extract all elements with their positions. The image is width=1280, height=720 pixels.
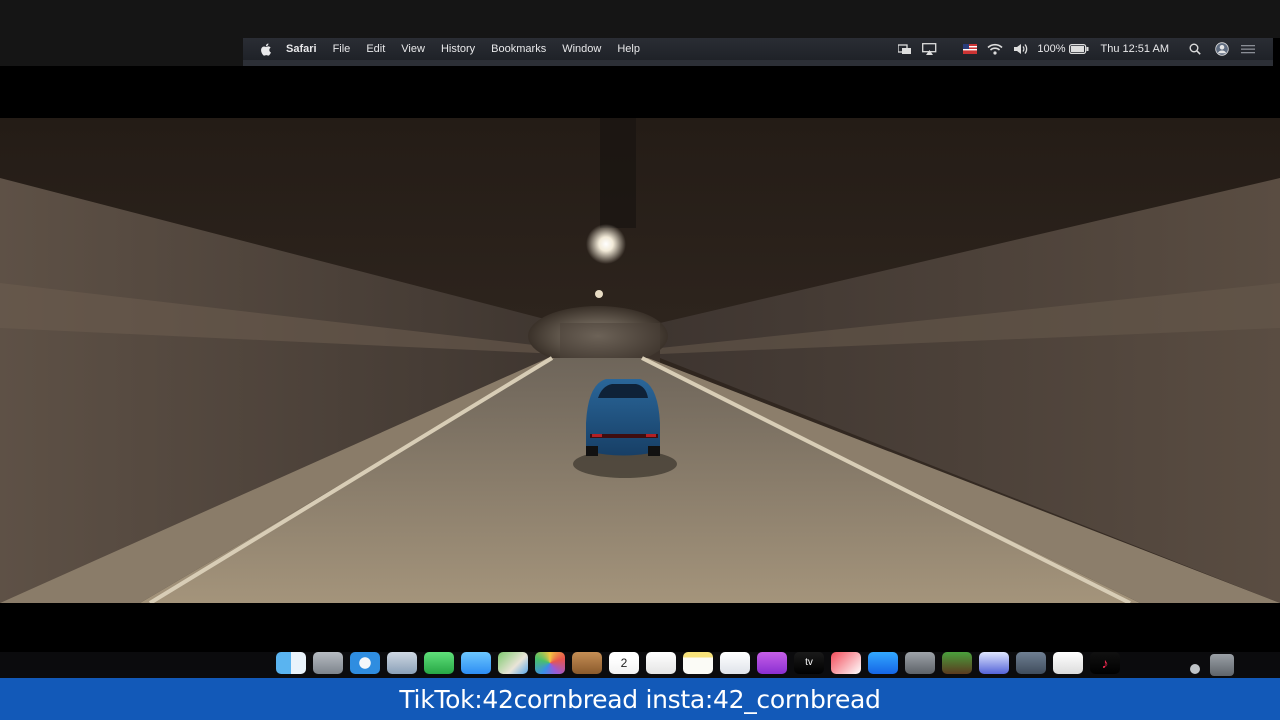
menu-help[interactable]: Help bbox=[617, 43, 640, 55]
display-icon[interactable] bbox=[898, 43, 912, 55]
spotlight-icon[interactable] bbox=[1189, 43, 1201, 55]
wifi-icon[interactable] bbox=[987, 43, 1003, 55]
menu-safari[interactable]: Safari bbox=[286, 43, 317, 55]
menu-window[interactable]: Window bbox=[562, 43, 601, 55]
dock-calendar-icon[interactable]: 2 bbox=[609, 652, 639, 674]
dock-screenshot-icon[interactable] bbox=[1016, 652, 1046, 674]
volume-icon[interactable] bbox=[1013, 43, 1029, 55]
dock-tv-icon[interactable]: tv bbox=[794, 652, 824, 674]
left-letterbox bbox=[0, 38, 243, 66]
top-letterbox bbox=[0, 0, 1280, 38]
caption-text: TikTok:42cornbread insta:42_cornbread bbox=[399, 684, 881, 714]
downloads-icon[interactable] bbox=[1190, 664, 1200, 674]
tunnel-scene-image bbox=[0, 118, 1280, 603]
dock-safari-icon[interactable] bbox=[350, 652, 380, 674]
dock-tiktok-icon[interactable]: ♪ bbox=[1090, 652, 1120, 674]
dock-news-icon[interactable] bbox=[831, 652, 861, 674]
apple-icon[interactable] bbox=[258, 41, 274, 57]
safari-toolbar bbox=[243, 60, 1273, 66]
dock-finder-icon[interactable] bbox=[276, 652, 306, 674]
dock-app-store-icon[interactable] bbox=[868, 652, 898, 674]
dock-contacts-icon[interactable] bbox=[572, 652, 602, 674]
dock-minecraft-icon[interactable] bbox=[942, 652, 972, 674]
dock-music-icon[interactable] bbox=[720, 652, 750, 674]
dock-podcasts-icon[interactable] bbox=[757, 652, 787, 674]
dock-launchpad-icon[interactable] bbox=[313, 652, 343, 674]
dock-messages-icon[interactable] bbox=[461, 652, 491, 674]
video-player[interactable] bbox=[0, 118, 1280, 603]
dock-photos-icon[interactable] bbox=[535, 652, 565, 674]
menu-view[interactable]: View bbox=[401, 43, 425, 55]
dock-notes-icon[interactable] bbox=[683, 652, 713, 674]
airplay-icon[interactable] bbox=[922, 43, 937, 55]
control-center-icon[interactable] bbox=[1241, 44, 1255, 54]
dock-facetime-icon[interactable] bbox=[424, 652, 454, 674]
mac-menubar: Safari File Edit View History Bookmarks … bbox=[243, 38, 1273, 60]
menu-bookmarks[interactable]: Bookmarks bbox=[491, 43, 546, 55]
battery-percent: 100% bbox=[1037, 43, 1066, 55]
dock-mail-photo-icon[interactable] bbox=[387, 652, 417, 674]
flag-icon[interactable] bbox=[963, 44, 978, 54]
car-sprite bbox=[586, 379, 660, 456]
dock-maps-icon[interactable] bbox=[498, 652, 528, 674]
dock-reminders-icon[interactable] bbox=[646, 652, 676, 674]
menu-history[interactable]: History bbox=[441, 43, 475, 55]
menu-edit[interactable]: Edit bbox=[366, 43, 385, 55]
caption-banner: TikTok:42cornbread insta:42_cornbread bbox=[0, 678, 1280, 720]
menu-file[interactable]: File bbox=[333, 43, 351, 55]
dock-roblox-icon[interactable] bbox=[979, 652, 1009, 674]
dock-capcut-icon[interactable] bbox=[1053, 652, 1083, 674]
dock-system-preferences-icon[interactable] bbox=[905, 652, 935, 674]
user-icon[interactable] bbox=[1215, 42, 1229, 56]
battery-icon[interactable] bbox=[1068, 44, 1089, 54]
mac-dock: 2 tv ♪ bbox=[0, 652, 1280, 678]
menubar-clock[interactable]: Thu 12:51 AM bbox=[1101, 43, 1170, 55]
trash-icon[interactable] bbox=[1210, 654, 1234, 676]
